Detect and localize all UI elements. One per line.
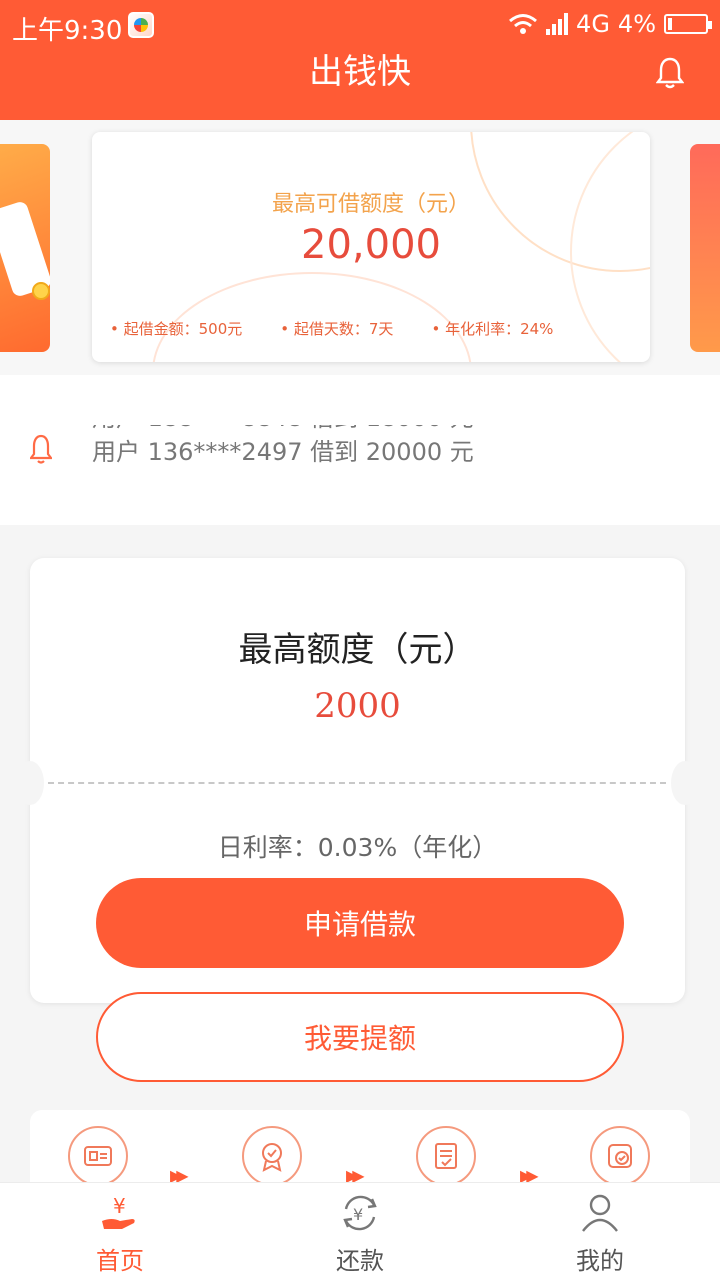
apply-loan-button[interactable]: 申请借款 xyxy=(96,878,624,968)
step-approved-icon xyxy=(590,1126,650,1186)
step-medal-icon xyxy=(242,1126,302,1186)
banner-meta-min-days: 起借天数：7天 xyxy=(280,318,394,339)
tab-label: 还款 xyxy=(336,1247,384,1275)
tab-label: 我的 xyxy=(576,1247,624,1275)
tab-home[interactable]: ¥ 首页 xyxy=(60,1183,180,1280)
signal-icon xyxy=(546,13,569,35)
svg-text:¥: ¥ xyxy=(353,1205,363,1224)
banner-prev-card[interactable] xyxy=(0,144,50,352)
banner-meta: 起借金额：500元 起借天数：7天 年化利率：24% xyxy=(110,318,554,339)
banner-amount: 20,000 xyxy=(301,222,441,268)
tab-label: 首页 xyxy=(96,1247,144,1275)
banner-meta-annual-rate: 年化利率：24% xyxy=(431,318,553,339)
loan-limit-value: 2000 xyxy=(314,686,401,726)
step-id-card-icon xyxy=(68,1126,128,1186)
status-right: 4G 4% xyxy=(508,10,712,38)
divider xyxy=(48,782,666,784)
network-type: 4G xyxy=(576,10,610,38)
tab-bar: ¥ 首页 ¥ 还款 我的 xyxy=(0,1182,720,1280)
notification-app-icon xyxy=(128,12,154,38)
page-title: 出钱快 xyxy=(309,52,411,92)
status-bar: 上午9:30 4G 4% xyxy=(0,0,720,50)
loan-limit-label: 最高额度（元） xyxy=(238,630,477,670)
step-document-icon xyxy=(416,1126,476,1186)
yuan-hand-icon: ¥ xyxy=(102,1194,135,1229)
battery-icon xyxy=(664,14,712,34)
banner-label: 最高可借额度（元） xyxy=(271,192,470,217)
tab-repay[interactable]: ¥ 还款 xyxy=(300,1183,420,1280)
coin-icon xyxy=(32,282,50,300)
notice-line: 用户 136****2497 借到 20000 元 xyxy=(92,438,474,466)
daily-rate: 日利率：0.03%（年化） xyxy=(217,833,498,862)
process-steps: ▶▶ ▶▶ ▶▶ xyxy=(30,1110,690,1190)
raise-limit-button[interactable]: 我要提额 xyxy=(96,992,624,1082)
banner-main-card[interactable]: 最高可借额度（元） 20,000 起借金额：500元 起借天数：7天 年化利率：… xyxy=(92,132,650,362)
loan-card: 最高额度（元） 2000 日利率：0.03%（年化） 申请借款 xyxy=(16,558,699,1003)
status-time: 上午9:30 xyxy=(12,16,123,46)
banner-carousel[interactable]: 最高可借额度（元） 20,000 起借金额：500元 起借天数：7天 年化利率：… xyxy=(0,120,720,375)
tab-mine[interactable]: 我的 xyxy=(540,1183,660,1280)
bell-icon xyxy=(30,434,52,464)
app-header: 出钱快 xyxy=(0,50,720,120)
wifi-icon xyxy=(509,14,538,34)
svg-text:¥: ¥ xyxy=(113,1194,126,1218)
banner-next-card[interactable] xyxy=(690,144,720,352)
repay-cycle-icon: ¥ xyxy=(343,1195,377,1231)
notice-ticker: 用户 188****8848 借到 18000 元 用户 136****2497… xyxy=(92,425,474,497)
user-icon xyxy=(582,1194,618,1232)
banner-meta-min-amount: 起借金额：500元 xyxy=(110,318,243,339)
notice-line: 用户 188****8848 借到 18000 元 xyxy=(92,425,474,435)
notice-bar: 用户 188****8848 借到 18000 元 用户 136****2497… xyxy=(0,375,720,525)
bell-icon[interactable] xyxy=(656,56,684,90)
battery-percent: 4% xyxy=(617,10,656,38)
